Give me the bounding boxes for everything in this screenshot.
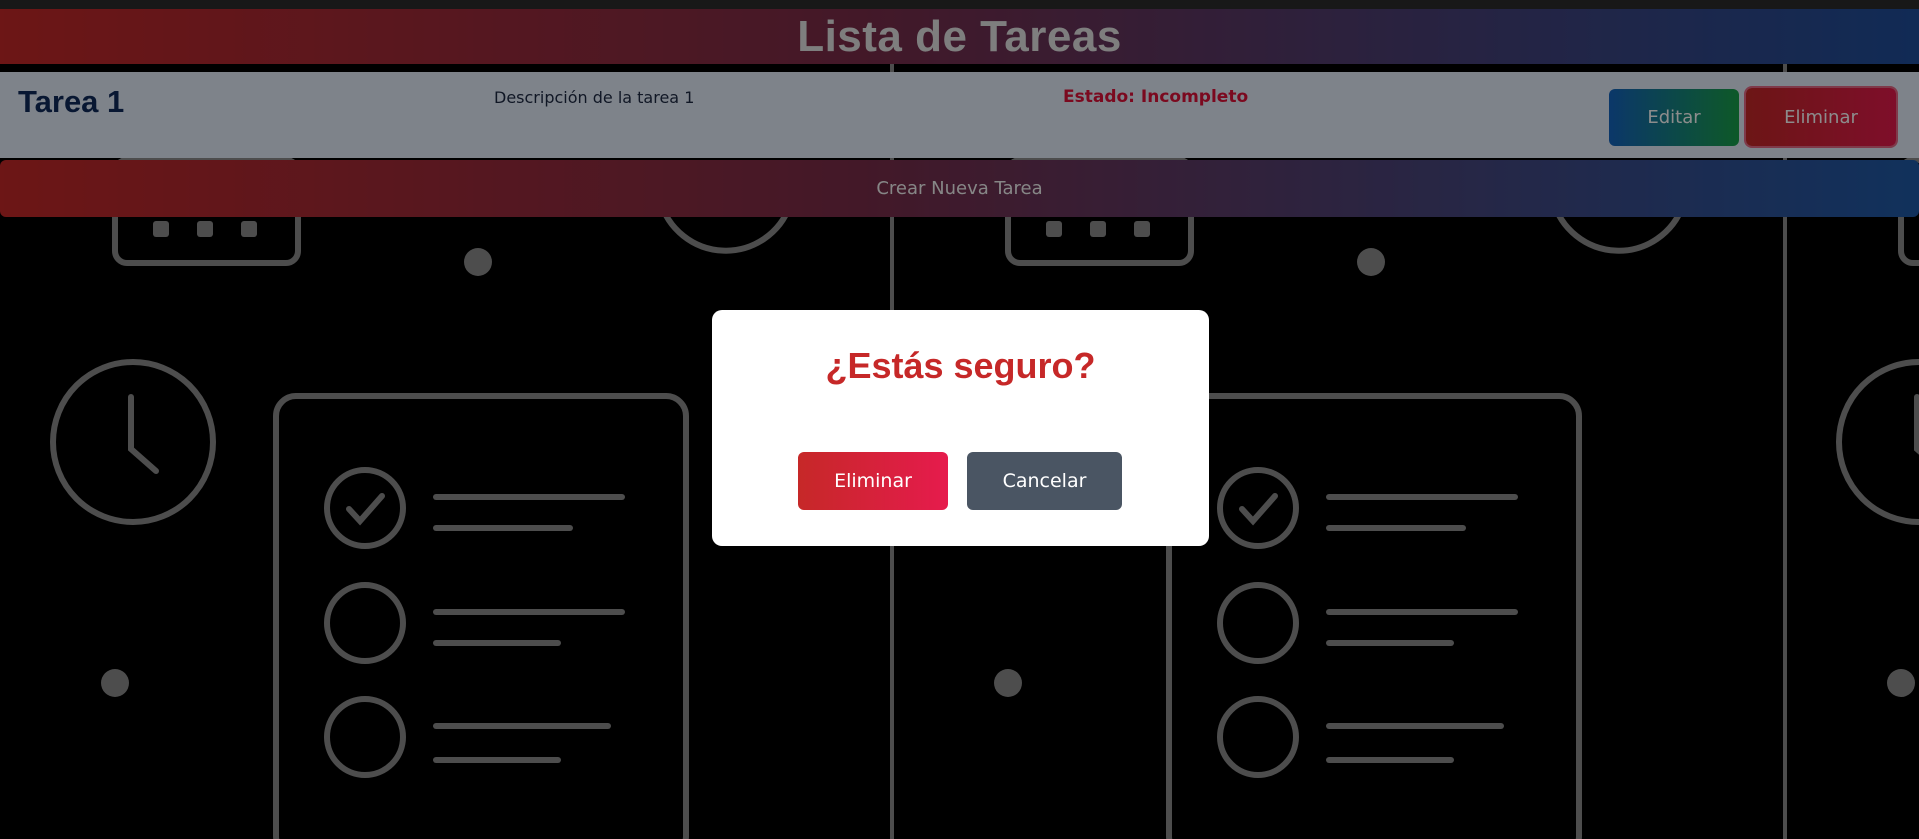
dialog-title: ¿Estás seguro?	[825, 345, 1096, 386]
confirm-dialog: ¿Estás seguro? Eliminar Cancelar	[712, 310, 1209, 546]
cancel-button[interactable]: Cancelar	[967, 452, 1122, 510]
confirm-delete-button[interactable]: Eliminar	[798, 452, 948, 510]
